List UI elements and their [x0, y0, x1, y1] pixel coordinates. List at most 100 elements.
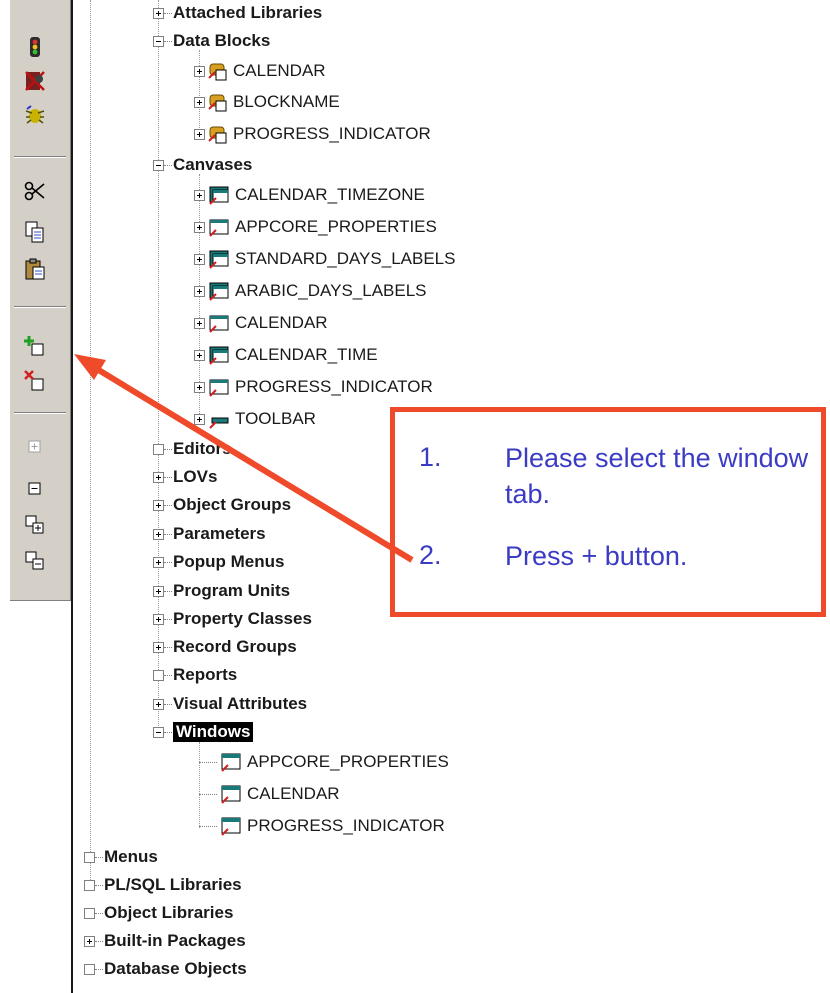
tree-item-label: TOOLBAR: [235, 409, 316, 428]
expand-toggle[interactable]: [153, 7, 164, 19]
tree-item-label: APPCORE_PROPERTIES: [235, 217, 437, 236]
expand-toggle[interactable]: [194, 317, 205, 329]
expand-toggle[interactable]: [194, 65, 205, 77]
tree-item-label: CALENDAR: [235, 313, 328, 332]
delete-button[interactable]: [22, 368, 48, 394]
expand-toggle[interactable]: [194, 128, 205, 140]
tree-item-canvas[interactable]: PROGRESS_INDICATOR: [194, 375, 433, 399]
tree-item-label: CALENDAR_TIME: [235, 345, 378, 364]
expand-toggle[interactable]: [194, 221, 205, 233]
tree-node-label-selected: Windows: [173, 722, 254, 742]
data-block-icon: [208, 94, 227, 112]
tree-node-object-groups[interactable]: Object Groups: [153, 493, 291, 517]
tree-item-label: STANDARD_DAYS_LABELS: [235, 249, 456, 268]
tree-item-window[interactable]: APPCORE_PROPERTIES: [199, 750, 449, 774]
run-form-icon: [30, 37, 40, 57]
tree-node-record-groups[interactable]: Record Groups: [153, 635, 297, 659]
collapse-button[interactable]: [22, 476, 48, 502]
tree-node-property-classes[interactable]: Property Classes: [153, 607, 312, 631]
tree-item-canvas[interactable]: CALENDAR_TIME: [194, 343, 378, 367]
copy-button[interactable]: [22, 219, 48, 245]
tree-item-window[interactable]: CALENDAR: [199, 782, 340, 806]
tree-node-reports[interactable]: Reports: [153, 663, 237, 687]
tree-left-border: [71, 0, 73, 993]
tree-node-label: Canvases: [173, 155, 253, 174]
run-form-button[interactable]: [22, 34, 48, 60]
tree-node-database-objects[interactable]: Database Objects: [84, 957, 247, 981]
tree-node-editors[interactable]: Editors: [153, 437, 232, 461]
tree-item-canvas[interactable]: STANDARD_DAYS_LABELS: [194, 247, 455, 271]
expand-toggle[interactable]: [153, 585, 164, 597]
tree-connector: [90, 0, 91, 890]
collapse-toggle[interactable]: [153, 35, 164, 47]
toolbar-canvas-icon: [209, 417, 229, 429]
tree-node-data-blocks[interactable]: Data Blocks: [153, 29, 270, 53]
tree-item-canvas[interactable]: APPCORE_PROPERTIES: [194, 215, 437, 239]
expand-toggle[interactable]: [194, 96, 205, 108]
tree-node-attached-libraries[interactable]: Attached Libraries: [153, 1, 322, 25]
paste-button[interactable]: [22, 256, 48, 282]
stacked-canvas-icon: [209, 282, 229, 301]
collapse-toggle[interactable]: [153, 159, 164, 171]
expand-toggle[interactable]: [153, 499, 164, 511]
create-button[interactable]: [22, 333, 48, 359]
expand-toggle[interactable]: [153, 528, 164, 540]
tree-item-window[interactable]: PROGRESS_INDICATOR: [199, 814, 445, 838]
empty-toggle: [84, 851, 95, 863]
cut-button[interactable]: [22, 178, 48, 204]
expand-button[interactable]: [22, 434, 48, 460]
expand-toggle[interactable]: [153, 471, 164, 483]
tree-node-label: Database Objects: [104, 959, 247, 978]
tree-node-visual-attributes[interactable]: Visual Attributes: [153, 692, 307, 716]
tree-node-built-in-packages[interactable]: Built-in Packages: [84, 929, 246, 953]
tree-item-canvas[interactable]: TOOLBAR: [194, 407, 316, 431]
tree-node-label: Object Libraries: [104, 903, 234, 922]
cut-icon: [24, 181, 45, 201]
content-canvas-icon: [209, 379, 229, 397]
tree-item-canvas[interactable]: ARABIC_DAYS_LABELS: [194, 279, 427, 303]
run-debug-button[interactable]: [22, 102, 48, 128]
expand-all-button[interactable]: [22, 512, 48, 538]
toolbar-separator: [14, 156, 66, 158]
tree-item-data-block[interactable]: PROGRESS_INDICATOR: [194, 122, 431, 146]
tree-node-label: Object Groups: [173, 495, 292, 514]
expand-toggle[interactable]: [194, 189, 205, 201]
debug-button[interactable]: [22, 68, 48, 94]
tree-item-data-block[interactable]: BLOCKNAME: [194, 90, 340, 114]
tree-node-plsql-libraries[interactable]: PL/SQL Libraries: [84, 873, 242, 897]
expand-toggle[interactable]: [194, 285, 205, 297]
tree-item-data-block[interactable]: CALENDAR: [194, 59, 326, 83]
expand-toggle[interactable]: [84, 935, 95, 947]
expand-toggle[interactable]: [153, 556, 164, 568]
window-icon: [221, 817, 241, 836]
paste-icon: [25, 258, 45, 280]
tree-node-program-units[interactable]: Program Units: [153, 579, 290, 603]
collapse-toggle[interactable]: [153, 726, 164, 738]
tree-node-object-libraries[interactable]: Object Libraries: [84, 901, 233, 925]
toolbar-separator: [14, 306, 66, 308]
tree-node-windows[interactable]: Windows: [153, 720, 254, 744]
expand-toggle[interactable]: [194, 349, 205, 361]
tree-node-canvases[interactable]: Canvases: [153, 153, 252, 177]
tree-item-label: CALENDAR: [233, 61, 326, 80]
tree-node-label: LOVs: [173, 467, 218, 486]
step-text: Please select the window tab.: [505, 443, 809, 509]
expand-toggle[interactable]: [153, 698, 164, 710]
tree-node-parameters[interactable]: Parameters: [153, 522, 266, 546]
step-number: 1.: [419, 442, 442, 472]
tree-item-canvas[interactable]: CALENDAR_TIMEZONE: [194, 183, 425, 207]
expand-toggle[interactable]: [153, 641, 164, 653]
tree-item-canvas[interactable]: CALENDAR: [194, 311, 328, 335]
tree-item-label: PROGRESS_INDICATOR: [247, 816, 445, 835]
empty-toggle: [84, 907, 95, 919]
tree-node-menus[interactable]: Menus: [84, 845, 158, 869]
expand-toggle[interactable]: [194, 253, 205, 265]
collapse-all-button[interactable]: [22, 548, 48, 574]
tree-node-popup-menus[interactable]: Popup Menus: [153, 550, 284, 574]
tree-node-lovs[interactable]: LOVs: [153, 465, 217, 489]
stacked-canvas-icon: [209, 186, 229, 205]
expand-toggle[interactable]: [153, 613, 164, 625]
expand-toggle[interactable]: [194, 381, 205, 393]
expand-toggle[interactable]: [194, 413, 205, 425]
tree-node-label: Reports: [173, 665, 238, 684]
